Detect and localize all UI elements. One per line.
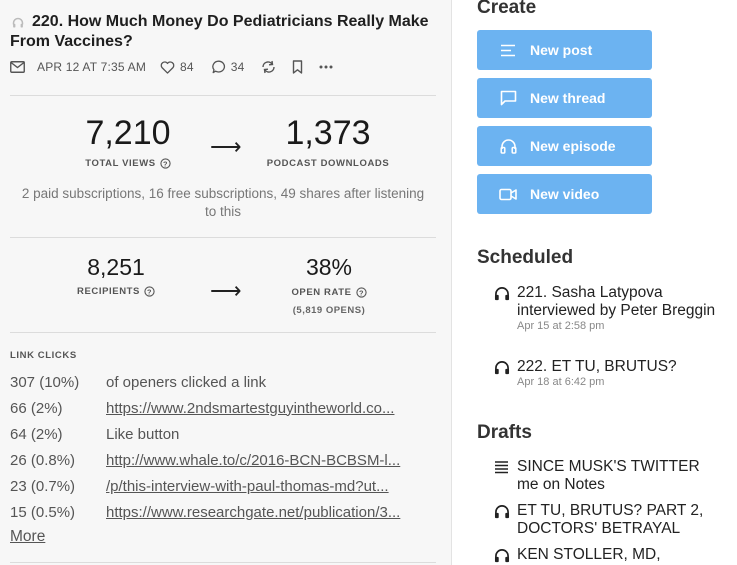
divider: [10, 332, 436, 333]
click-label: Like button: [106, 425, 180, 443]
restack-icon[interactable]: [261, 60, 276, 74]
click-count: 23 (0.7%): [10, 477, 76, 495]
link-click-row: 23 (0.7%) /p/this-interview-with-paul-th…: [10, 473, 436, 499]
scheduled-item-title: 221. Sasha Latypova interviewed by Peter…: [517, 284, 716, 319]
more-options-icon[interactable]: [319, 65, 333, 69]
draft-item[interactable]: KEN STOLLER, MD,: [494, 546, 724, 564]
click-link[interactable]: https://www.researchgate.net/publication…: [106, 504, 430, 521]
click-count: 26 (0.8%): [10, 451, 76, 469]
click-link[interactable]: http://www.whale.to/c/2016-BCN-BCBSM-l..…: [106, 452, 430, 469]
help-icon[interactable]: ?: [160, 158, 171, 169]
post-title[interactable]: 220. How Much Money Do Pediatricians Rea…: [10, 12, 430, 52]
click-count: 307 (10%): [10, 373, 80, 391]
headphones-icon: [498, 138, 518, 154]
link-click-row: 64 (2%) Like button: [10, 421, 436, 447]
scheduled-item[interactable]: 221. Sasha Latypova interviewed by Peter…: [494, 284, 724, 333]
draft-item-title: ET TU, BRUTUS? PART 2, DOCTORS' BETRAYAL: [517, 502, 704, 537]
new-video-button[interactable]: New video: [477, 174, 652, 214]
total-views-caption: TOTAL VIEWS: [85, 158, 156, 169]
arrow: ⟶: [210, 134, 242, 159]
headphones-icon: [494, 361, 510, 375]
new-video-label: New video: [530, 186, 600, 202]
post-stats-panel: 220. How Much Money Do Pediatricians Rea…: [0, 0, 452, 565]
post-meta: APR 12 AT 7:35 AM 84 34: [10, 58, 333, 76]
help-icon[interactable]: ?: [355, 287, 367, 298]
open-rate-value: 38%: [305, 254, 353, 280]
recipients-value: 8,251: [87, 254, 145, 280]
podcast-downloads-label: PODCAST DOWNLOADS: [266, 158, 390, 169]
open-rate-caption: OPEN RATE: [291, 287, 352, 298]
divider: [10, 562, 436, 563]
podcast-downloads-value: 1,373: [285, 114, 371, 152]
headphones-icon: [494, 505, 510, 519]
chat-bubble-icon: [498, 90, 518, 106]
open-count: (5,819 OPENS): [292, 305, 366, 316]
new-episode-label: New episode: [530, 138, 616, 154]
scheduled-item-title: 222. ET TU, BRUTUS?: [517, 358, 677, 375]
divider: [10, 237, 436, 238]
total-views-value: 7,210: [85, 114, 171, 152]
like-count: 84: [180, 60, 194, 74]
headphones-icon: [494, 549, 510, 563]
svg-text:?: ?: [147, 287, 152, 296]
click-count: 64 (2%): [10, 425, 63, 443]
draft-item-title: SINCE MUSK'S TWITTER me on Notes: [517, 458, 700, 493]
recipients-label: RECIPIENTS ?: [40, 286, 192, 297]
scheduled-item-date: Apr 15 at 2:58 pm: [517, 320, 605, 332]
link-clicks-title: LINK CLICKS: [10, 350, 77, 361]
click-count: 66 (2%): [10, 399, 63, 417]
email-icon[interactable]: [10, 61, 25, 73]
headphones-icon: [494, 287, 510, 301]
help-icon[interactable]: ?: [144, 286, 155, 297]
draft-item[interactable]: SINCE MUSK'S TWITTER me on Notes: [494, 458, 724, 494]
lines-icon: [498, 44, 518, 57]
link-click-row: 15 (0.5%) https://www.researchgate.net/p…: [10, 499, 436, 525]
scheduled-heading: Scheduled: [477, 247, 574, 268]
drafts-heading: Drafts: [477, 422, 532, 443]
recipients-caption: RECIPIENTS: [76, 286, 140, 297]
bookmark-icon[interactable]: [292, 60, 303, 74]
click-link[interactable]: https://www.2ndsmartestguyintheworld.co.…: [106, 400, 430, 417]
create-heading: Create: [477, 0, 537, 18]
scheduled-item-date: Apr 18 at 6:42 pm: [517, 376, 605, 388]
new-episode-button[interactable]: New episode: [477, 126, 652, 166]
total-views-label: TOTAL VIEWS ?: [40, 158, 216, 169]
new-thread-label: New thread: [530, 90, 606, 106]
new-post-button[interactable]: New post: [477, 30, 652, 70]
open-rate-label: OPEN RATE ?: [253, 287, 405, 298]
new-thread-button[interactable]: New thread: [477, 78, 652, 118]
heart-icon[interactable]: [160, 60, 175, 74]
link-click-row: 307 (10%) of openers clicked a link: [10, 369, 436, 395]
headphones-icon: [12, 17, 24, 28]
scheduled-item[interactable]: 222. ET TU, BRUTUS? Apr 18 at 6:42 pm: [494, 358, 724, 389]
click-link[interactable]: /p/this-interview-with-paul-thomas-md?ut…: [106, 478, 430, 495]
video-camera-icon: [498, 188, 518, 201]
click-label: of openers clicked a link: [106, 373, 267, 391]
comment-icon[interactable]: [211, 60, 226, 74]
comment-count: 34: [230, 60, 245, 74]
lines-icon: [495, 461, 508, 474]
new-post-label: New post: [530, 42, 593, 58]
subscription-summary: 2 paid subscriptions, 16 free subscripti…: [21, 186, 425, 219]
svg-text:?: ?: [163, 159, 168, 168]
draft-item[interactable]: ET TU, BRUTUS? PART 2, DOCTORS' BETRAYAL: [494, 502, 724, 538]
click-count: 15 (0.5%): [10, 503, 76, 521]
svg-text:?: ?: [359, 288, 364, 297]
post-date: APR 12 AT 7:35 AM: [37, 60, 147, 74]
divider: [10, 95, 436, 96]
more-link[interactable]: More: [10, 528, 45, 546]
link-click-row: 66 (2%) https://www.2ndsmartestguyinthew…: [10, 395, 436, 421]
draft-item-title: KEN STOLLER, MD,: [517, 546, 661, 563]
post-title-row: 220. How Much Money Do Pediatricians Rea…: [10, 12, 430, 52]
link-click-row: 26 (0.8%) http://www.whale.to/c/2016-BCN…: [10, 447, 436, 473]
arrow: ⟶: [210, 278, 242, 303]
